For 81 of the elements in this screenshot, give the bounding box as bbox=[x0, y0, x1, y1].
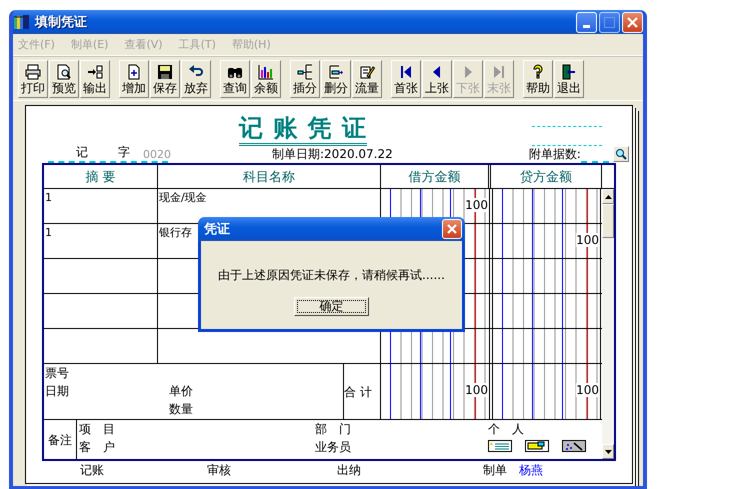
toolbar-button[interactable]: 帮助 bbox=[523, 60, 553, 98]
toolbar-button[interactable]: 余额 bbox=[251, 60, 281, 98]
list-icon[interactable] bbox=[488, 440, 512, 452]
quantity-label: 数量 bbox=[169, 402, 193, 416]
window-title: 填制凭证 bbox=[35, 14, 88, 31]
fill-in-line bbox=[532, 126, 602, 127]
salesperson-label: 业务员 bbox=[315, 440, 352, 454]
dialog-title: 凭证 bbox=[204, 221, 231, 238]
books-icon bbox=[13, 14, 31, 30]
person-label: 个 人 bbox=[488, 422, 525, 436]
column-header: 借方金额 bbox=[381, 165, 491, 188]
minimize-icon bbox=[583, 24, 590, 28]
search-button[interactable] bbox=[612, 146, 629, 162]
preview-icon bbox=[56, 64, 72, 80]
scroll-up-button[interactable] bbox=[602, 189, 614, 204]
toolbar-button[interactable]: 首张 bbox=[391, 60, 421, 98]
toolbar-button[interactable]: 删分 bbox=[321, 60, 351, 98]
close-icon bbox=[627, 16, 638, 28]
toolbar-button[interactable]: 上张 bbox=[422, 60, 452, 98]
column-header: 贷方金额 bbox=[491, 165, 602, 188]
attachments-label: 附单据数: bbox=[528, 146, 581, 163]
ok-button[interactable]: 确定 bbox=[294, 297, 369, 316]
printer-icon bbox=[25, 64, 41, 80]
scrollbar[interactable] bbox=[602, 189, 614, 459]
column-header: 摘 要 bbox=[44, 165, 158, 188]
last-record-icon bbox=[491, 64, 507, 80]
voucher-date: 制单日期:2020.07.22 bbox=[272, 146, 393, 163]
scroll-thumb[interactable] bbox=[602, 204, 614, 238]
remarks-label: 备注 bbox=[48, 432, 72, 446]
toolbar-button[interactable]: 增加 bbox=[119, 60, 149, 98]
insert-row-icon bbox=[297, 64, 313, 80]
close-button[interactable] bbox=[442, 219, 462, 239]
toolbar-button[interactable]: 打印 bbox=[18, 60, 48, 98]
customer-label: 客 户 bbox=[79, 440, 116, 454]
summary-cell: 1 bbox=[45, 191, 52, 204]
scroll-down-button[interactable] bbox=[602, 444, 614, 459]
total-label: 合 计 bbox=[344, 384, 372, 398]
minimize-button[interactable] bbox=[576, 12, 597, 32]
up-arrow-icon bbox=[604, 194, 612, 198]
toolbar-button[interactable]: 保存 bbox=[150, 60, 180, 98]
floppy-icon bbox=[157, 64, 173, 80]
toolbar-button[interactable]: 输出 bbox=[80, 60, 110, 98]
toolbar-button[interactable]: 流量 bbox=[352, 60, 382, 98]
unit-price-label: 单价 bbox=[169, 384, 193, 398]
card-icon[interactable] bbox=[525, 440, 549, 452]
notebook-pencil-icon bbox=[359, 64, 375, 80]
summary-cell: 1 bbox=[45, 226, 52, 239]
account-cell: 银行存 bbox=[159, 226, 192, 239]
project-label: 项 目 bbox=[79, 422, 116, 436]
close-button[interactable] bbox=[622, 12, 643, 32]
document-plus-icon bbox=[126, 64, 142, 80]
toolbar-button[interactable]: 查询 bbox=[220, 60, 250, 98]
maximize-icon bbox=[604, 16, 615, 28]
wand-icon[interactable] bbox=[562, 440, 586, 452]
ticket-number-label: 票号 bbox=[45, 366, 70, 380]
down-arrow-icon bbox=[604, 450, 612, 454]
search-icon bbox=[614, 148, 627, 160]
bar-chart-icon bbox=[258, 64, 274, 80]
voucher-title: 记 账 凭 证 bbox=[239, 113, 368, 146]
maximize-button[interactable] bbox=[599, 12, 620, 32]
dialog-message: 由于上述原因凭证未保存，请稍候再试...... bbox=[218, 267, 445, 284]
export-icon bbox=[87, 64, 103, 80]
department-label: 部 门 bbox=[315, 422, 352, 436]
toolbar-button[interactable]: 插分 bbox=[290, 60, 320, 98]
fill-in-line bbox=[532, 145, 602, 146]
toolbar-button[interactable]: 退出 bbox=[554, 60, 584, 98]
toolbar-button[interactable]: 预览 bbox=[49, 60, 79, 98]
close-icon bbox=[446, 223, 458, 235]
signature-label: 审核 bbox=[207, 462, 231, 478]
account-cell: 现金/现金 bbox=[159, 191, 207, 204]
signature-label: 出纳 bbox=[337, 462, 361, 478]
toolbar-button[interactable]: 放弃 bbox=[181, 60, 211, 98]
first-record-icon bbox=[398, 64, 414, 80]
voucher-number-field[interactable]: 记 字 0020 bbox=[48, 144, 168, 163]
signature-label: 制单 bbox=[483, 462, 507, 478]
column-header: 科目名称 bbox=[158, 165, 381, 188]
signature-label: 记账 bbox=[80, 462, 104, 478]
door-exit-icon bbox=[561, 64, 577, 80]
preparer-name: 杨燕 bbox=[519, 462, 543, 478]
delete-row-icon bbox=[328, 64, 344, 80]
date-label: 日期 bbox=[45, 384, 70, 398]
